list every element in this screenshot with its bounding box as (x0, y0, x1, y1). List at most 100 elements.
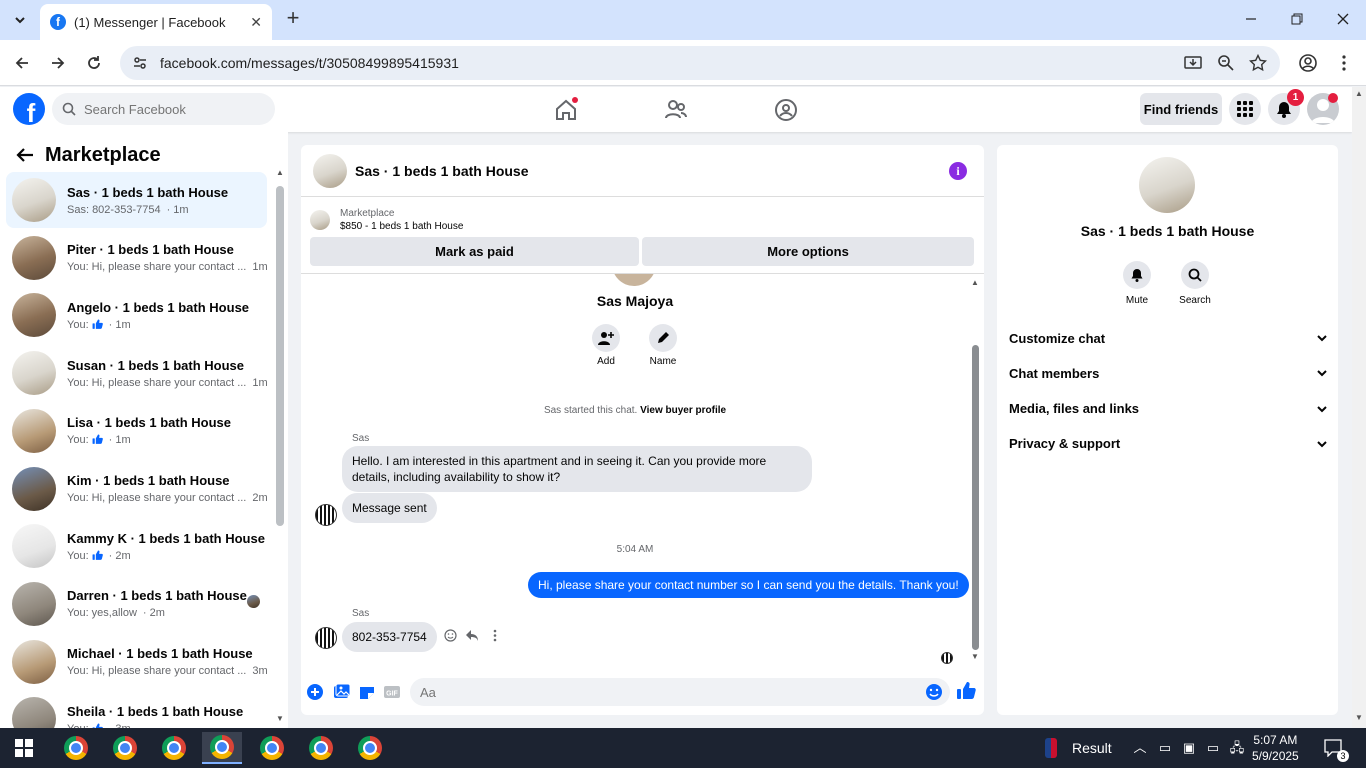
incoming-message[interactable]: Hello. I am interested in this apartment… (342, 446, 812, 492)
more-options-button[interactable]: More options (642, 237, 974, 266)
conversation-name: Michael · 1 beds 1 bath House (67, 646, 253, 662)
facebook-favicon-icon: f (50, 14, 66, 30)
address-bar[interactable]: facebook.com/messages/t/3050849989541593… (120, 46, 1280, 80)
conversation-item[interactable]: Kammy K · 1 beds 1 bath House You: · 2m (6, 518, 267, 574)
edit-name-icon[interactable] (649, 324, 677, 352)
info-icon[interactable]: i (949, 162, 967, 180)
account-alert-dot (1328, 93, 1338, 103)
facebook-search-input[interactable] (84, 101, 254, 117)
nba-icon[interactable] (1045, 738, 1057, 758)
browser-menu-icon[interactable] (1333, 52, 1355, 74)
mark-as-paid-button[interactable]: Mark as paid (310, 237, 639, 266)
sidebar-scrollbar[interactable] (276, 186, 284, 526)
chrome-taskbar-icon[interactable] (56, 732, 96, 764)
scroll-down-arrow-icon[interactable]: ▼ (1355, 713, 1363, 722)
menu-grid-icon[interactable] (1229, 93, 1261, 125)
photo-icon[interactable] (333, 683, 351, 701)
message-input[interactable] (420, 684, 910, 700)
mute-button[interactable]: Mute (1107, 261, 1167, 306)
add-person-icon[interactable] (592, 324, 620, 352)
reply-icon[interactable] (465, 629, 479, 642)
scroll-up-arrow-icon[interactable]: ▲ (276, 168, 284, 177)
chrome-taskbar-icon[interactable] (301, 732, 341, 764)
home-icon[interactable] (553, 97, 579, 123)
network-icon[interactable]: 🖧 (1229, 740, 1245, 756)
back-arrow-icon[interactable] (14, 144, 36, 166)
back-arrow-icon[interactable] (11, 52, 33, 74)
conversation-item[interactable]: Sas · 1 beds 1 bath House Sas: 802-353-77… (6, 172, 267, 228)
chat-scrollbar[interactable] (972, 345, 979, 650)
minimize-icon[interactable] (1240, 8, 1262, 30)
widget-result-text[interactable]: Result (1072, 740, 1112, 756)
gif-icon[interactable]: GIF (383, 683, 401, 701)
tab-search-chevron-icon[interactable] (8, 8, 32, 32)
display-icon[interactable]: ▣ (1181, 740, 1197, 756)
zoom-icon[interactable] (1217, 54, 1235, 72)
forward-arrow-icon[interactable] (47, 52, 69, 74)
conversation-preview-row: You: · 1m (67, 434, 231, 446)
conversation-item[interactable]: Susan · 1 beds 1 bath House You: Hi, plea… (6, 345, 268, 401)
profile-icon[interactable] (1297, 52, 1319, 74)
site-info-icon[interactable] (132, 55, 148, 71)
details-section-privacy-support[interactable]: Privacy & support (1009, 433, 1327, 455)
details-section-chat-members[interactable]: Chat members (1009, 362, 1327, 384)
scroll-up-arrow-icon[interactable]: ▲ (971, 278, 979, 287)
outgoing-message[interactable]: Hi, please share your contact number so … (528, 572, 969, 598)
browser-tab-messenger[interactable]: f (1) Messenger | Facebook ✕ (40, 4, 272, 40)
show-hidden-icons-chevron-icon[interactable]: ︿ (1132, 740, 1148, 756)
chrome-taskbar-icon[interactable] (350, 732, 390, 764)
windows-start-icon[interactable] (4, 732, 44, 764)
close-window-icon[interactable] (1332, 8, 1354, 30)
conversation-item[interactable]: Sheila · 1 beds 1 bath HouseYou:· 3m (6, 691, 267, 728)
facebook-search[interactable] (52, 93, 275, 125)
conversation-item[interactable]: Piter · 1 beds 1 bath House You: Hi, plea… (6, 230, 268, 286)
search-conversation-button[interactable]: Search (1165, 261, 1225, 306)
more-actions-icon[interactable] (493, 629, 497, 642)
conversation-time: 2m (252, 492, 268, 504)
emoji-icon[interactable] (925, 683, 943, 701)
details-section-media-files-and-links[interactable]: Media, files and links (1009, 398, 1327, 420)
close-tab-icon[interactable]: ✕ (250, 14, 262, 31)
chrome-taskbar-icon[interactable] (252, 732, 292, 764)
chrome-taskbar-icon-active[interactable] (202, 732, 242, 764)
install-app-icon[interactable] (1184, 54, 1202, 72)
restore-icon[interactable] (1286, 8, 1308, 30)
chrome-taskbar-icon[interactable] (105, 732, 145, 764)
browser-toolbar: facebook.com/messages/t/3050849989541593… (0, 40, 1366, 86)
friends-icon[interactable] (663, 97, 689, 123)
reload-icon[interactable] (83, 52, 105, 74)
meet-now-icon[interactable]: ▭ (1157, 740, 1173, 756)
new-tab-button[interactable]: + (282, 7, 304, 30)
plus-icon[interactable] (306, 683, 324, 701)
view-buyer-profile-link[interactable]: View buyer profile (640, 405, 726, 416)
search-icon (1181, 261, 1209, 289)
battery-icon[interactable]: ▭ (1205, 740, 1221, 756)
conversation-item[interactable]: Kim · 1 beds 1 bath House You: Hi, please… (6, 461, 268, 517)
conversation-item[interactable]: Angelo · 1 beds 1 bath House You: · 1m (6, 287, 267, 343)
conversation-item[interactable]: Lisa · 1 beds 1 bath House You: · 1m (6, 403, 267, 459)
scroll-up-arrow-icon[interactable]: ▲ (1355, 89, 1363, 98)
bookmark-star-icon[interactable] (1249, 54, 1267, 72)
system-clock[interactable]: 5:07 AM 5/9/2025 (1252, 732, 1299, 764)
message-input-box[interactable] (410, 678, 950, 706)
chat-panel: Sas · 1 beds 1 bath House i Marketplace … (301, 145, 984, 715)
conversation-item[interactable]: Darren · 1 beds 1 bath House You: yes,all… (6, 576, 267, 632)
incoming-message[interactable]: 802-353-7754 (342, 622, 437, 652)
groups-icon[interactable] (773, 97, 799, 123)
page-scrollbar[interactable]: ▲ ▼ (1352, 87, 1366, 728)
scroll-down-arrow-icon[interactable]: ▼ (971, 652, 979, 661)
like-thumb-icon[interactable] (956, 681, 976, 701)
incoming-message[interactable]: Message sent (342, 493, 437, 523)
react-emoji-icon[interactable] (444, 629, 457, 642)
sticker-icon[interactable] (358, 683, 376, 701)
chat-header[interactable]: Sas · 1 beds 1 bath House (301, 145, 984, 197)
chrome-taskbar-icon[interactable] (154, 732, 194, 764)
facebook-logo-icon[interactable]: f (13, 93, 45, 125)
listing-info[interactable]: Marketplace $850 - 1 beds 1 bath House (310, 205, 970, 235)
conversation-time: 1m (252, 261, 268, 274)
details-section-customize-chat[interactable]: Customize chat (1009, 327, 1327, 349)
find-friends-button[interactable]: Find friends (1140, 93, 1222, 125)
scroll-down-arrow-icon[interactable]: ▼ (276, 714, 284, 723)
conversation-item[interactable]: Michael · 1 beds 1 bath House You: Hi, pl… (6, 634, 268, 690)
like-thumb-icon (92, 319, 103, 330)
